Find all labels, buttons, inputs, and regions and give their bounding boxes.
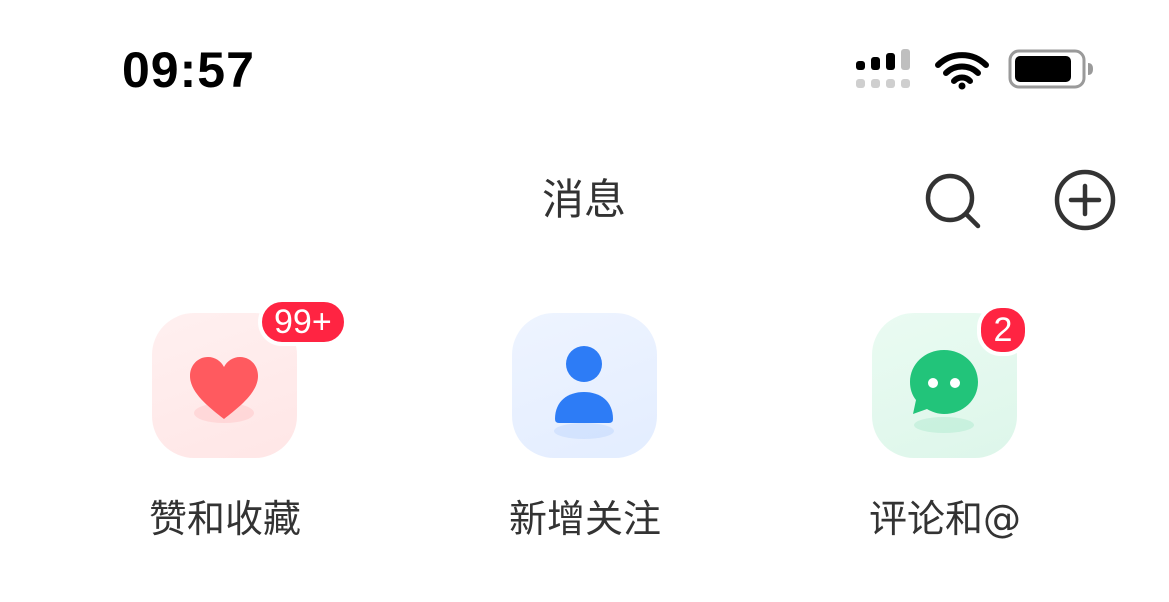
likes-label: 赞和收藏 [148,497,301,541]
likes-badge: 99+ [258,298,348,346]
followers-label: 新增关注 [508,497,661,541]
wifi-icon [935,52,989,90]
comments-label: 评论和@ [868,497,1021,541]
search-icon [925,173,981,229]
battery-icon [1008,49,1093,89]
comments-badge: 2 [977,304,1029,356]
page-title: 消息 [541,175,626,224]
plus-circle-icon [1054,169,1116,231]
likes-and-favorites-entry[interactable]: 99+ 赞和收藏 [115,298,348,550]
new-followers-entry[interactable]: 新增关注 [475,300,695,550]
comments-and-mentions-entry[interactable]: 2 评论和@ [835,300,1055,550]
status-time: 09:57 [122,42,255,98]
person-icon [554,346,614,439]
messages-screen: 09:57 消息 99+ 赞和收藏 新增关注 2 评论和@ [0,0,1169,602]
search-button[interactable] [920,168,986,234]
followers-tile [512,313,657,458]
add-button[interactable] [1052,168,1118,234]
cellular-signal-icon [856,49,910,88]
